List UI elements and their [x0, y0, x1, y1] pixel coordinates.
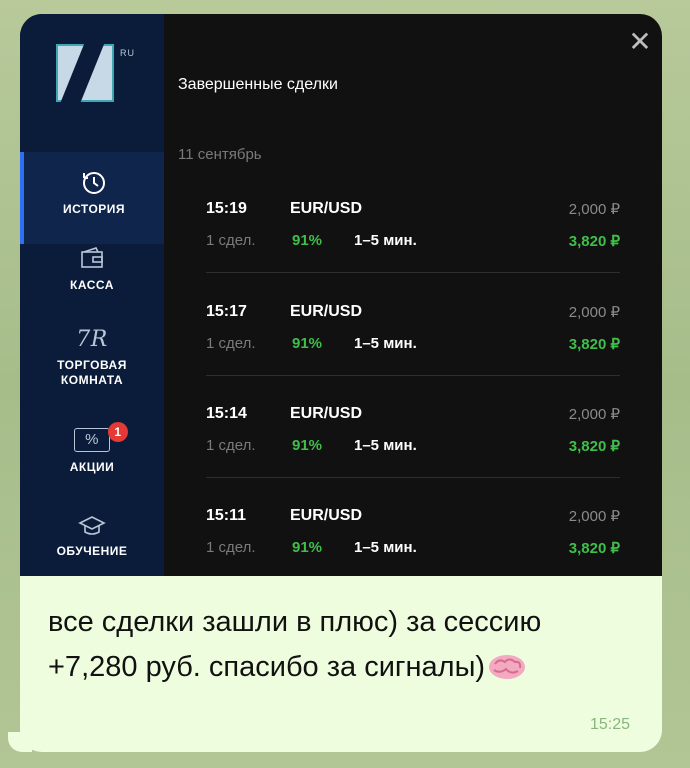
trade-row[interactable]: 15:11 EUR/USD 2,000 ₽ 1 сдел. 91% 1–5 ми…: [206, 507, 620, 576]
sidebar-item-label: ОБУЧЕНИЕ: [56, 544, 128, 558]
trade-duration: 1–5 мин.: [354, 335, 417, 352]
sidebar-item-label: КАССА: [70, 278, 114, 292]
trade-amount: 2,000 ₽: [568, 201, 620, 218]
sidebar-item-history[interactable]: ИСТОРИЯ: [20, 152, 164, 244]
sidebar-item-cashier[interactable]: КАССА: [20, 246, 164, 293]
message-timestamp: 15:25: [590, 716, 631, 733]
graduation-cap-icon: [78, 516, 106, 535]
date-heading: 11 сентябрь: [178, 146, 262, 163]
trade-pair: EUR/USD: [290, 405, 363, 422]
trade-divider: [206, 375, 620, 376]
trade-pair: EUR/USD: [290, 303, 363, 320]
trade-payout: 3,820 ₽: [568, 438, 620, 455]
trade-count: 1 сдел.: [206, 539, 256, 556]
trade-divider: [206, 477, 620, 478]
trade-time: 15:17: [206, 303, 247, 320]
history-icon: [83, 172, 105, 194]
trade-amount: 2,000 ₽: [568, 406, 620, 423]
trade-percent: 91%: [292, 437, 323, 454]
attached-screenshot[interactable]: RU ИСТОРИЯ КАССА 7R ТОРГОВАЯ КОМНАТА % 1…: [20, 14, 662, 576]
trade-count: 1 сдел.: [206, 232, 256, 249]
brain-emoji: [489, 655, 526, 679]
trade-time: 15:14: [206, 405, 247, 422]
trade-duration: 1–5 мин.: [354, 539, 417, 556]
promo-icon: %: [74, 428, 110, 452]
trade-row[interactable]: 15:17 EUR/USD 2,000 ₽ 1 сдел. 91% 1–5 ми…: [206, 303, 620, 399]
trade-percent: 91%: [292, 232, 323, 249]
trade-payout: 3,820 ₽: [568, 540, 620, 557]
notification-badge: 1: [108, 422, 128, 442]
trade-pair: EUR/USD: [290, 507, 363, 524]
trade-percent: 91%: [292, 539, 323, 556]
sidebar-item-trading-room[interactable]: 7R ТОРГОВАЯ КОМНАТА: [20, 328, 164, 388]
logo-ru-label: RU: [120, 48, 135, 58]
trade-count: 1 сдел.: [206, 437, 256, 454]
message-text: все сделки зашли в плюс) за сессию +7,28…: [48, 606, 542, 683]
trade-time: 15:11: [206, 507, 247, 524]
sidebar-item-education[interactable]: ОБУЧЕНИЕ: [20, 514, 164, 559]
trade-pair: EUR/USD: [290, 200, 363, 217]
trade-time: 15:19: [206, 200, 247, 217]
trade-divider: [206, 272, 620, 273]
trade-row[interactable]: 15:19 EUR/USD 2,000 ₽ 1 сдел. 91% 1–5 ми…: [206, 200, 620, 296]
page-title: Завершенные сделки: [178, 76, 338, 93]
trade-amount: 2,000 ₽: [568, 304, 620, 321]
sidebar-item-label: ИСТОРИЯ: [62, 202, 126, 216]
trade-payout: 3,820 ₽: [568, 336, 620, 353]
sidebar: RU ИСТОРИЯ КАССА 7R ТОРГОВАЯ КОМНАТА % 1…: [20, 14, 164, 576]
close-icon[interactable]: ✕: [626, 28, 654, 56]
trade-duration: 1–5 мин.: [354, 232, 417, 249]
trade-row[interactable]: 15:14 EUR/USD 2,000 ₽ 1 сдел. 91% 1–5 ми…: [206, 405, 620, 501]
message-text-block: все сделки зашли в плюс) за сессию +7,28…: [48, 600, 608, 690]
trading-room-icon: 7R: [76, 327, 108, 352]
logo-slash: [59, 44, 105, 104]
message-bubble[interactable]: RU ИСТОРИЯ КАССА 7R ТОРГОВАЯ КОМНАТА % 1…: [20, 14, 662, 752]
wallet-icon: [81, 247, 103, 268]
trade-payout: 3,820 ₽: [568, 233, 620, 250]
trade-count: 1 сдел.: [206, 335, 256, 352]
sidebar-item-label: ТОРГОВАЯ КОМНАТА: [57, 358, 127, 387]
sidebar-item-promotions[interactable]: % 1 АКЦИИ: [20, 422, 164, 475]
sidebar-item-label: АКЦИИ: [69, 460, 115, 474]
broker-logo: [56, 44, 114, 104]
trade-amount: 2,000 ₽: [568, 508, 620, 525]
trade-duration: 1–5 мин.: [354, 437, 417, 454]
trade-percent: 91%: [292, 335, 323, 352]
